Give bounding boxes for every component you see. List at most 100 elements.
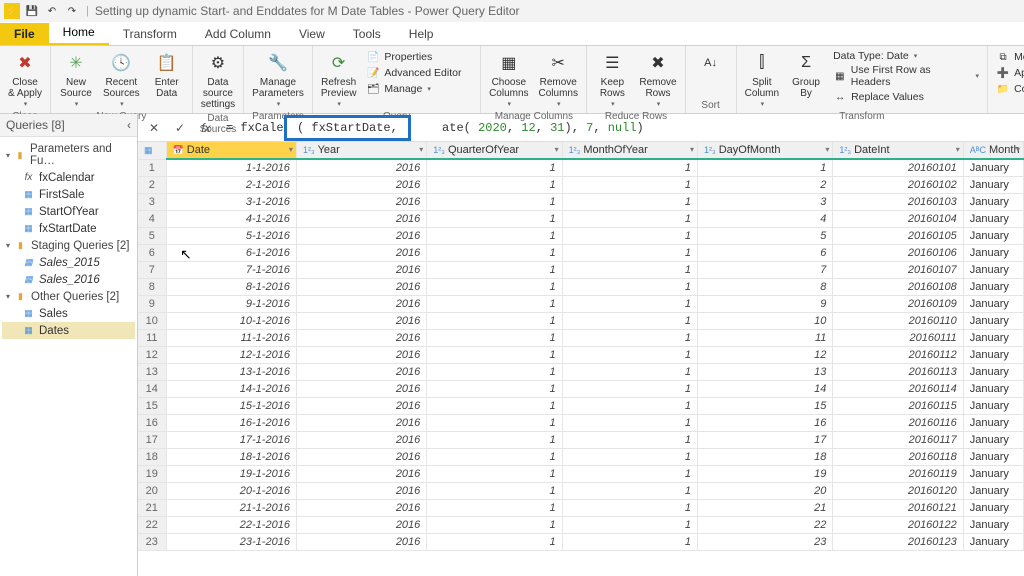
row-number[interactable]: 20 [138,483,166,500]
fx-button[interactable]: fx [196,118,216,138]
accept-formula-button[interactable]: ✓ [170,118,190,138]
table-row[interactable]: 2020-1-20162016112020160120January [138,483,1024,500]
group-by-button[interactable]: ΣGroup By [787,48,825,101]
data-source-settings-button[interactable]: ⚙Data source settings [199,48,237,112]
tab-tools[interactable]: Tools [339,23,395,45]
undo-icon[interactable]: ↶ [44,3,60,19]
column-header[interactable]: 1²₃Year▾ [296,142,426,159]
row-number[interactable]: 6 [138,245,166,262]
table-row[interactable]: 1414-1-20162016111420160114January [138,381,1024,398]
table-row[interactable]: 2323-1-20162016112320160123January [138,534,1024,551]
query-sales-2016[interactable]: ▦Sales_2016 [2,271,135,288]
remove-rows-button[interactable]: ✖Remove Rows [637,48,678,110]
row-number[interactable]: 13 [138,364,166,381]
new-source-button[interactable]: ✳New Source [57,48,95,110]
tab-help[interactable]: Help [395,23,448,45]
data-type-button[interactable]: Data Type: Date [831,49,981,63]
manage-parameters-button[interactable]: 🔧Manage Parameters [250,48,306,110]
merge-queries-button[interactable]: ⧉Merge Queries [994,49,1024,65]
table-row[interactable]: 77-1-2016201611720160107January [138,262,1024,279]
query-sales[interactable]: ▦Sales [2,305,135,322]
column-header[interactable]: 📅Date▾ [166,142,296,159]
group-other-queries[interactable]: ▾▮Other Queries [2] [2,288,135,305]
query-dates[interactable]: ▦Dates [2,322,135,339]
queries-header[interactable]: Queries [8]‹ [0,114,137,137]
row-number[interactable]: 4 [138,211,166,228]
formula-input[interactable]: = fxCalend ( fxStartDate, ar( fxStartDat… [222,119,1018,137]
properties-button[interactable]: 📄Properties [364,49,474,65]
row-number[interactable]: 9 [138,296,166,313]
filter-dropdown-icon[interactable]: ▾ [419,145,423,154]
query-startofyear[interactable]: ▦StartOfYear [2,203,135,220]
row-number[interactable]: 11 [138,330,166,347]
table-row[interactable]: 11-1-2016201611120160101January [138,159,1024,177]
row-number[interactable]: 18 [138,449,166,466]
query-fxstartdate[interactable]: ▦fxStartDate [2,220,135,237]
column-header[interactable]: 1²₃DayOfMonth▾ [698,142,833,159]
table-row[interactable]: 99-1-2016201611920160109January [138,296,1024,313]
advanced-editor-button[interactable]: 📝Advanced Editor [364,65,474,81]
table-row[interactable]: 88-1-2016201611820160108January [138,279,1024,296]
save-icon[interactable]: 💾 [24,3,40,19]
group-staging-queries[interactable]: ▾▮Staging Queries [2] [2,237,135,254]
tab-transform[interactable]: Transform [109,23,191,45]
tab-file[interactable]: File [0,23,49,45]
row-number[interactable]: 21 [138,500,166,517]
table-row[interactable]: 1717-1-20162016111720160117January [138,432,1024,449]
column-header[interactable]: 1²₃DateInt▾ [833,142,963,159]
row-number[interactable]: 2 [138,177,166,194]
table-row[interactable]: 1616-1-20162016111620160116January [138,415,1024,432]
row-number[interactable]: 3 [138,194,166,211]
query-sales-2015[interactable]: ▦Sales_2015 [2,254,135,271]
enter-data-button[interactable]: 📋Enter Data [148,48,186,101]
combine-files-button[interactable]: 📁Combine Files [994,81,1024,97]
remove-columns-button[interactable]: ✂Remove Columns [536,48,580,110]
row-number[interactable]: 5 [138,228,166,245]
collapse-icon[interactable]: ‹ [127,118,131,132]
cancel-formula-button[interactable]: ✕ [144,118,164,138]
close-apply-button[interactable]: ✖Close & Apply [6,48,44,110]
table-row[interactable]: 2121-1-20162016112120160121January [138,500,1024,517]
refresh-preview-button[interactable]: ⟳Refresh Preview [319,48,359,110]
row-number[interactable]: 10 [138,313,166,330]
filter-dropdown-icon[interactable]: ▾ [825,145,829,154]
row-number[interactable]: 22 [138,517,166,534]
sort-asc-button[interactable]: A↓ [692,48,730,78]
keep-rows-button[interactable]: ☰Keep Rows [593,48,631,110]
filter-dropdown-icon[interactable]: ▾ [555,145,559,154]
row-number[interactable]: 7 [138,262,166,279]
first-row-headers-button[interactable]: ▦Use First Row as Headers [831,63,981,89]
filter-dropdown-icon[interactable]: ▾ [956,145,960,154]
table-row[interactable]: 1919-1-20162016111920160119January [138,466,1024,483]
column-header[interactable]: AᴮCMonth N▾ [963,142,1023,159]
manage-button[interactable]: 🗂Manage [364,81,474,97]
recent-sources-button[interactable]: 🕓Recent Sources [101,48,142,110]
row-number[interactable]: 16 [138,415,166,432]
table-row[interactable]: 66-1-2016201611620160106January [138,245,1024,262]
filter-dropdown-icon[interactable]: ▾ [289,145,293,154]
filter-dropdown-icon[interactable]: ▾ [1016,145,1020,154]
table-row[interactable]: 1515-1-20162016111520160115January [138,398,1024,415]
query-firstsale[interactable]: ▦FirstSale [2,186,135,203]
split-column-button[interactable]: ⫿Split Column [743,48,781,110]
tab-view[interactable]: View [285,23,339,45]
row-number[interactable]: 1 [138,159,166,177]
row-number[interactable]: 15 [138,398,166,415]
data-grid[interactable]: ▦📅Date▾1²₃Year▾1²₃QuarterOfYear▾1²₃Month… [138,142,1024,576]
table-row[interactable]: 33-1-2016201611320160103January [138,194,1024,211]
row-number[interactable]: 17 [138,432,166,449]
group-parameters-functions[interactable]: ▾▮Parameters and Fu… [2,141,135,169]
table-row[interactable]: 1212-1-20162016111220160112January [138,347,1024,364]
column-header[interactable]: ▦ [138,142,166,159]
replace-values-button[interactable]: ↔Replace Values [831,89,981,105]
table-row[interactable]: 1111-1-20162016111120160111January [138,330,1024,347]
row-number[interactable]: 19 [138,466,166,483]
row-number[interactable]: 23 [138,534,166,551]
table-row[interactable]: 22-1-2016201611220160102January [138,177,1024,194]
row-number[interactable]: 8 [138,279,166,296]
append-queries-button[interactable]: ➕Append Queries [994,65,1024,81]
tab-add-column[interactable]: Add Column [191,23,285,45]
row-number[interactable]: 12 [138,347,166,364]
tab-home[interactable]: Home [49,21,109,45]
table-row[interactable]: 1313-1-20162016111320160113January [138,364,1024,381]
